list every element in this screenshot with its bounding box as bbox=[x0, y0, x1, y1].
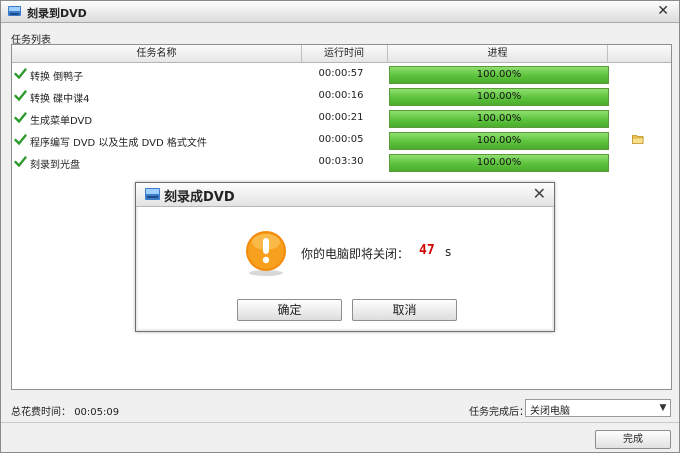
task-name: 程序编写 DVD 以及生成 DVD 格式文件 bbox=[30, 138, 207, 149]
column-header-progress[interactable]: 进程 bbox=[388, 45, 608, 62]
task-name: 转换 碟中谍4 bbox=[30, 94, 90, 105]
table-row[interactable]: 转换 碟中谍4 00:00:16 100.00% bbox=[12, 85, 671, 107]
total-time: 总花费时间： 00:05:09 bbox=[11, 403, 119, 418]
total-time-label: 总花费时间： bbox=[11, 407, 71, 418]
progress-bar: 100.00% bbox=[389, 154, 609, 172]
task-time: 00:00:16 bbox=[318, 90, 364, 101]
column-header-time[interactable]: 运行时间 bbox=[301, 45, 388, 62]
table-row[interactable]: 转换 倒鸭子 00:00:57 100.00% bbox=[12, 63, 671, 85]
after-completion-select[interactable]: 关闭电脑 ▼ bbox=[525, 399, 671, 417]
dialog-body: 你的电脑即将关闭： 47 s 确定 取消 bbox=[138, 207, 552, 329]
task-time: 00:03:30 bbox=[318, 156, 364, 167]
title-bar[interactable]: 刻录到DVD ✕ bbox=[1, 1, 679, 23]
progress-text: 100.00% bbox=[476, 69, 522, 80]
cancel-button[interactable]: 取消 bbox=[352, 299, 457, 321]
done-button[interactable]: 完成 bbox=[595, 430, 671, 449]
after-completion-label: 任务完成后： bbox=[469, 407, 529, 418]
table-row[interactable]: 刻录到光盘 00:03:30 100.00% bbox=[12, 151, 671, 173]
check-icon bbox=[14, 134, 27, 146]
open-folder-icon[interactable] bbox=[632, 134, 644, 144]
task-name: 刻录到光盘 bbox=[30, 160, 80, 171]
table-row[interactable]: 生成菜单DVD 00:00:21 100.00% bbox=[12, 107, 671, 129]
task-name: 生成菜单DVD bbox=[30, 116, 93, 127]
table-header: 任务名称 运行时间 进程 bbox=[12, 45, 671, 63]
divider bbox=[1, 422, 679, 423]
progress-text: 100.00% bbox=[476, 157, 522, 168]
ok-button[interactable]: 确定 bbox=[237, 299, 342, 321]
dvd-burner-icon bbox=[8, 6, 21, 16]
progress-text: 100.00% bbox=[476, 113, 522, 124]
task-time: 00:00:21 bbox=[318, 112, 364, 123]
progress-text: 100.00% bbox=[476, 91, 522, 102]
column-header-extra bbox=[608, 45, 670, 62]
column-header-name[interactable]: 任务名称 bbox=[12, 45, 302, 62]
dialog-title-bar[interactable]: 刻录成DVD ✕ bbox=[136, 183, 554, 207]
check-icon bbox=[14, 68, 27, 80]
check-icon bbox=[14, 156, 27, 168]
warning-icon bbox=[246, 231, 286, 276]
dialog-close-icon[interactable]: ✕ bbox=[533, 184, 546, 203]
window-title: 刻录到DVD bbox=[27, 7, 87, 20]
countdown-unit: s bbox=[445, 245, 452, 259]
table-row[interactable]: 程序编写 DVD 以及生成 DVD 格式文件 00:00:05 100.00% bbox=[12, 129, 671, 151]
check-icon bbox=[14, 90, 27, 102]
task-time: 00:00:05 bbox=[318, 134, 364, 145]
shutdown-message: 你的电脑即将关闭： bbox=[301, 247, 410, 261]
progress-text: 100.00% bbox=[476, 135, 522, 146]
dvd-burner-icon bbox=[145, 188, 160, 200]
progress-bar: 100.00% bbox=[389, 88, 609, 106]
chevron-down-icon[interactable]: ▼ bbox=[656, 400, 670, 416]
task-time: 00:00:57 bbox=[318, 68, 364, 79]
task-name: 转换 倒鸭子 bbox=[30, 72, 84, 83]
after-completion-value: 关闭电脑 bbox=[530, 406, 570, 417]
countdown-value: 47 bbox=[419, 243, 435, 258]
progress-bar: 100.00% bbox=[389, 66, 609, 84]
progress-bar: 100.00% bbox=[389, 132, 609, 150]
dialog-title: 刻录成DVD bbox=[164, 190, 235, 205]
total-time-value: 00:05:09 bbox=[74, 407, 120, 418]
shutdown-dialog: 刻录成DVD ✕ 你的电脑即将关闭： 47 s 确定 取消 bbox=[135, 182, 555, 332]
check-icon bbox=[14, 112, 27, 124]
progress-bar: 100.00% bbox=[389, 110, 609, 128]
window-close-icon[interactable]: ✕ bbox=[657, 3, 669, 19]
